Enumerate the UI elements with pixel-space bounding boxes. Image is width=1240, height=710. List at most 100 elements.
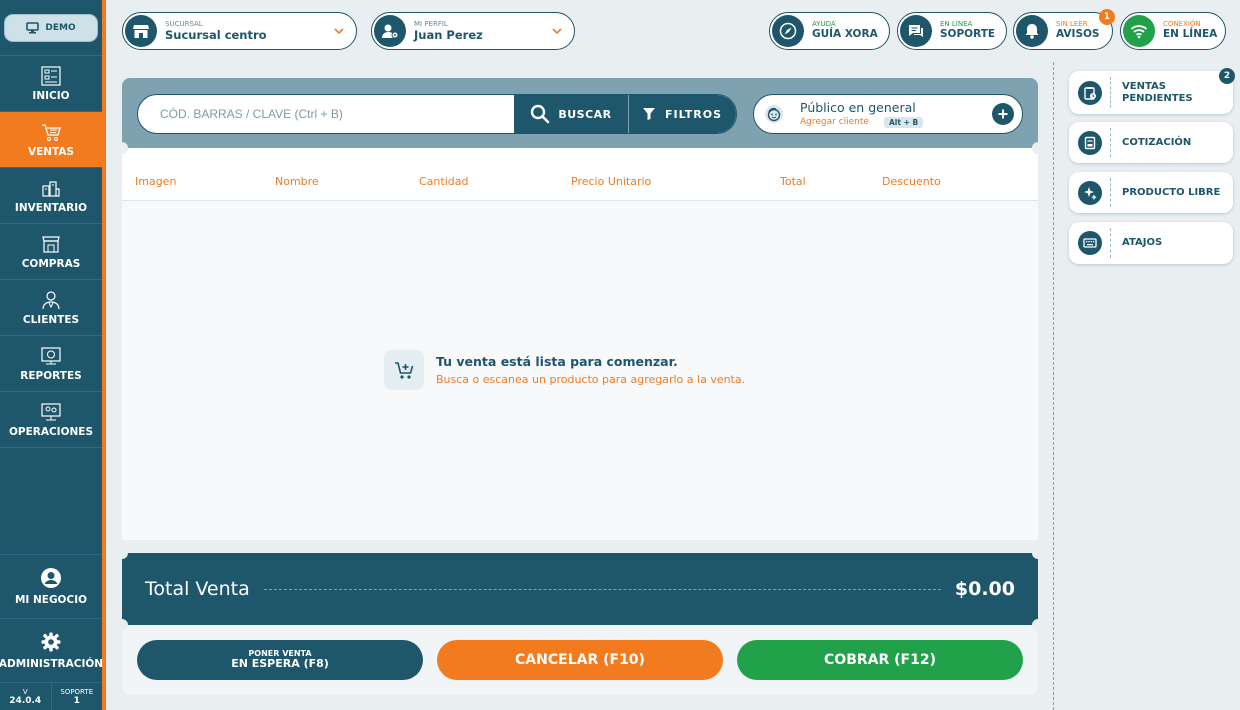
user-circle-icon — [41, 568, 61, 588]
sidebar-item-ventas[interactable]: VENTAS — [0, 112, 102, 168]
cancel-button[interactable]: CANCELAR (F10) — [437, 640, 723, 680]
search-button[interactable]: BUSCAR — [514, 95, 628, 133]
free-product-label: PRODUCTO LIBRE — [1122, 186, 1221, 198]
chevron-down-icon — [334, 28, 344, 35]
hold-sale-button[interactable]: PONER VENTA EN ESPERA (F8) — [137, 640, 423, 680]
connection-status[interactable]: CONEXIÓN EN LÍNEA — [1120, 12, 1226, 50]
user-settings-icon — [382, 24, 399, 39]
wifi-icon — [1130, 25, 1148, 39]
quotation-label: COTIZACIÓN — [1122, 136, 1192, 148]
demo-label: DEMO — [45, 22, 76, 33]
quotation-icon-wrap — [1069, 128, 1111, 157]
client-name: Público en general — [800, 100, 916, 115]
sidebar-item-mi-negocio[interactable]: MI NEGOCIO — [0, 554, 102, 618]
sidebar-item-inicio[interactable]: INICIO — [0, 56, 102, 112]
shortcuts-icon-circle — [1077, 230, 1102, 255]
empty-title: Tu venta está lista para comenzar. — [436, 354, 678, 369]
guide-label: GUÍA XORA — [812, 28, 878, 41]
chat-icon — [909, 25, 923, 37]
cart-add-icon-wrap — [384, 350, 424, 390]
filter-button[interactable]: FILTROS — [628, 95, 736, 133]
document-icon — [1084, 136, 1095, 149]
sidebar-item-compras[interactable]: COMPRAS — [0, 224, 102, 280]
sidebar-item-administracion[interactable]: ADMINISTRACIÓN — [0, 618, 104, 682]
empty-text: Tu venta está lista para comenzar. Busca… — [436, 354, 745, 386]
ticket-notch — [1032, 619, 1044, 631]
sale-panel: BUSCAR FILTROS Público en general Agrega… — [116, 78, 1044, 695]
add-client-button[interactable] — [992, 103, 1014, 125]
ticket-notch — [1032, 547, 1044, 559]
pay-button[interactable]: COBRAR (F12) — [737, 640, 1023, 680]
pending-icon-wrap — [1069, 77, 1111, 108]
total-label: Total Venta — [145, 578, 250, 600]
pending-sales-badge: 2 — [1219, 68, 1235, 84]
support-label-top: SOPORTE — [940, 28, 996, 41]
sidebar-item-label: VENTAS — [27, 146, 75, 158]
empty-state: Tu venta está lista para comenzar. Busca… — [384, 350, 745, 390]
sidebar-item-label: REPORTES — [20, 370, 82, 382]
sidebar-item-reportes[interactable]: REPORTES — [0, 336, 102, 392]
support-value: 1 — [73, 695, 80, 706]
search-input[interactable] — [138, 95, 514, 133]
sale-items-table: Imagen Nombre Cantidad Precio Unitario T… — [122, 148, 1038, 540]
total-bar: Total Venta $0.00 — [122, 553, 1038, 625]
quotation-icon-circle — [1077, 130, 1102, 155]
sidebar-item-label: ADMINISTRACIÓN — [0, 658, 104, 670]
pending-sales-button[interactable]: VENTAS PENDIENTES 2 — [1069, 68, 1235, 114]
chevron-down-icon — [552, 28, 562, 35]
sidebar-item-label: CLIENTES — [22, 314, 80, 326]
branch-name: Sucursal centro — [165, 27, 267, 42]
connection-text: CONEXIÓN EN LÍNEA — [1163, 21, 1217, 40]
sidebar-item-clientes[interactable]: CLIENTES — [0, 280, 102, 336]
column-header-descuento: Descuento — [882, 175, 941, 188]
compass-icon — [779, 22, 797, 40]
sidebar-item-inventario[interactable]: INVENTARIO — [0, 168, 102, 224]
sparkle-plus-icon — [1083, 186, 1096, 199]
support-text: EN LINEA SOPORTE — [940, 21, 995, 40]
cart-icon — [42, 124, 61, 141]
version-value: 24.0.4 — [9, 695, 42, 706]
ticket-notch — [116, 619, 128, 631]
sidebar-item-operaciones[interactable]: OPERACIONES — [0, 392, 102, 448]
profile-name: Juan Perez — [414, 27, 483, 42]
notices-badge: 1 — [1099, 9, 1115, 25]
column-header-precio-unitario: Precio Unitario — [571, 175, 652, 188]
ticket-notch — [116, 547, 128, 559]
notices-label: AVISOS — [1056, 28, 1100, 41]
monitor-icon — [26, 21, 40, 33]
user-icon-wrap — [374, 15, 406, 47]
quotation-button[interactable]: COTIZACIÓN — [1069, 122, 1233, 163]
notices-button[interactable]: SIN LEER AVISOS 1 — [1013, 9, 1115, 50]
shortcuts-button[interactable]: ATAJOS — [1069, 222, 1233, 264]
clipboard-clock-icon — [1083, 86, 1096, 100]
filter-button-label: FILTROS — [664, 107, 723, 121]
client-icon — [42, 291, 60, 310]
profile-selector[interactable]: MI PERFIL Juan Perez — [371, 12, 575, 50]
connection-label: EN LÍNEA — [1163, 28, 1218, 41]
demo-button[interactable]: DEMO — [4, 13, 98, 42]
client-shortcut: Alt + B — [884, 117, 924, 128]
sidebar-item-label: OPERACIONES — [8, 426, 94, 438]
guide-button[interactable]: AYUDA GUÍA XORA — [769, 12, 890, 50]
column-header-nombre: Nombre — [275, 175, 319, 188]
support-button[interactable]: EN LINEA SOPORTE — [897, 12, 1007, 50]
branch-selector[interactable]: SUCURSAL Sucursal centro — [122, 12, 357, 50]
compass-icon-wrap — [772, 15, 804, 47]
free-product-button[interactable]: PRODUCTO LIBRE — [1069, 172, 1233, 213]
sidebar: DEMO INICIO VENTAS INVENTARIO COMPRAS CL… — [0, 0, 106, 710]
store-icon — [42, 236, 60, 253]
shortcuts-label: ATAJOS — [1122, 237, 1163, 249]
column-header-cantidad: Cantidad — [419, 175, 469, 188]
gear-icon — [41, 632, 61, 652]
column-header-total: Total — [780, 175, 806, 188]
client-selector[interactable]: Público en general Agregar cliente Alt +… — [753, 94, 1023, 134]
ticket-notch — [116, 142, 128, 154]
panel-divider — [1053, 62, 1054, 710]
add-client-link[interactable]: Agregar cliente — [800, 117, 869, 127]
version-label: V — [22, 687, 28, 696]
wifi-icon-wrap — [1123, 15, 1155, 47]
report-icon — [41, 347, 61, 365]
bell-icon-wrap — [1016, 15, 1048, 47]
notices-text: SIN LEER AVISOS — [1056, 21, 1100, 40]
inventory-icon — [42, 181, 60, 197]
